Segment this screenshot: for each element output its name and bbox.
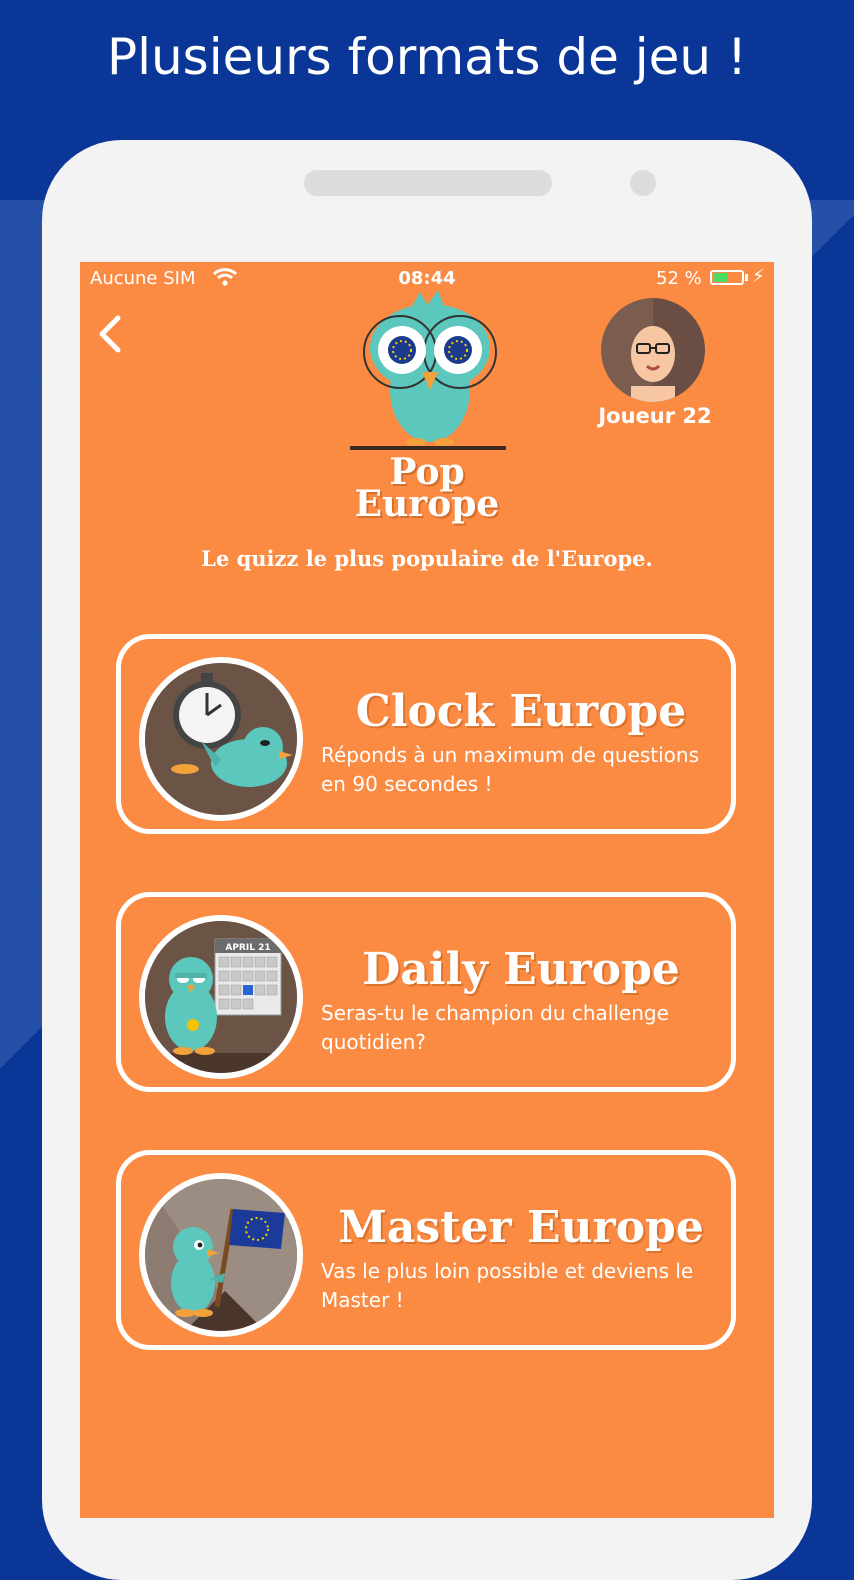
calendar-bird-icon: APRIL 21 xyxy=(139,915,303,1079)
mode-description: Seras-tu le champion du challenge quotid… xyxy=(321,1001,669,1054)
charging-bolt-icon: ⚡ xyxy=(752,266,765,287)
pop-europe-logo: Pop Europe xyxy=(342,288,512,522)
calendar-illustration: APRIL 21 xyxy=(145,921,297,1073)
battery-icon xyxy=(710,270,744,285)
flag-bird-icon xyxy=(139,1173,303,1337)
tagline: Le quizz le plus populaire de l'Europe. xyxy=(201,546,653,571)
phone-camera xyxy=(630,170,656,196)
mode-title: Daily Europe xyxy=(362,944,680,995)
player-profile[interactable]: Joueur 22 xyxy=(585,296,725,436)
logo-wordmark: Pop Europe xyxy=(342,454,512,525)
owl-mascot-icon xyxy=(350,290,506,450)
mode-card-clock-europe[interactable]: Clock Europe Réponds à un maximum de que… xyxy=(116,634,736,834)
stopwatch-illustration xyxy=(145,663,297,815)
battery-fill xyxy=(713,273,728,282)
stopwatch-bird-icon xyxy=(139,657,303,821)
phone-speaker xyxy=(304,170,552,196)
mode-title: Clock Europe xyxy=(355,686,687,737)
battery-tip xyxy=(745,274,748,281)
app-screen: Aucune SIM 08:44 52 % ⚡ Pop Europe Joueu… xyxy=(80,262,774,1518)
mode-card-daily-europe[interactable]: APRIL 21 Daily Europe Seras-tu le champi… xyxy=(116,892,736,1092)
battery-percent: 52 % xyxy=(656,268,702,289)
mode-description: Vas le plus loin possible et deviens le … xyxy=(321,1259,694,1312)
chevron-left-icon[interactable] xyxy=(90,310,130,360)
mode-card-master-europe[interactable]: Master Europe Vas le plus loin possible … xyxy=(116,1150,736,1350)
mode-description: Réponds à un maximum de questions en 90 … xyxy=(321,743,700,796)
logo-line-europe: Europe xyxy=(354,483,500,525)
player-name[interactable]: Joueur 22 xyxy=(585,404,725,428)
calendar-month-label: APRIL 21 xyxy=(225,943,270,953)
flag-illustration xyxy=(145,1179,297,1331)
avatar[interactable] xyxy=(601,298,705,402)
mode-title: Master Europe xyxy=(338,1202,704,1253)
promo-headline: Plusieurs formats de jeu ! xyxy=(106,28,748,86)
